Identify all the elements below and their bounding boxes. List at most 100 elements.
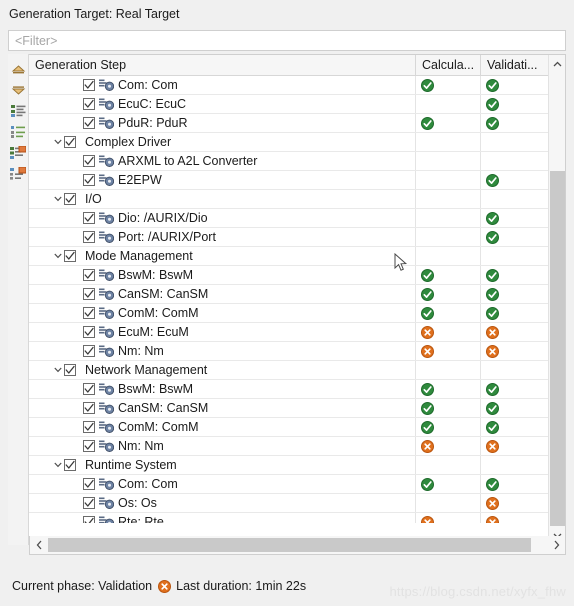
tree-item[interactable]: EcuM: EcuM: [83, 323, 189, 341]
row-checkbox[interactable]: [83, 269, 95, 281]
table-row[interactable]: Com: Com: [29, 475, 565, 494]
flat-list-icon[interactable]: [9, 122, 28, 142]
tree-item[interactable]: Com: Com: [83, 475, 178, 493]
tree-item[interactable]: Os: Os: [83, 494, 157, 512]
tree-item[interactable]: Com: Com: [83, 76, 178, 94]
tree-item[interactable]: ComM: ComM: [83, 304, 199, 322]
tree-item[interactable]: I/O: [51, 190, 102, 208]
filter-input[interactable]: [15, 32, 565, 49]
tree-item[interactable]: Port: /AURIX/Port: [83, 228, 216, 246]
row-checkbox[interactable]: [83, 307, 95, 319]
tree-item[interactable]: E2EPW: [83, 171, 162, 189]
table-row[interactable]: ComM: ComM: [29, 304, 565, 323]
table-row[interactable]: ComM: ComM: [29, 418, 565, 437]
table-row[interactable]: Com: Com: [29, 76, 565, 95]
expand-toggle-icon[interactable]: [51, 361, 64, 379]
table-row[interactable]: Network Management: [29, 361, 565, 380]
row-checkbox[interactable]: [64, 459, 76, 471]
chevron-left-icon: [36, 540, 41, 549]
tree-item[interactable]: Network Management: [51, 361, 207, 379]
filter-validation-icon[interactable]: [9, 164, 28, 184]
row-checkbox[interactable]: [83, 421, 95, 433]
tree-item[interactable]: Mode Management: [51, 247, 193, 265]
table-row[interactable]: Mode Management: [29, 247, 565, 266]
horizontal-scroll-thumb[interactable]: [48, 538, 531, 552]
table-row[interactable]: Dio: /AURIX/Dio: [29, 209, 565, 228]
table-row[interactable]: Nm: Nm: [29, 342, 565, 361]
row-checkbox[interactable]: [83, 383, 95, 395]
tree-item[interactable]: Nm: Nm: [83, 437, 164, 455]
row-checkbox[interactable]: [83, 497, 95, 509]
collapse-all-icon[interactable]: [9, 59, 28, 79]
tree-item[interactable]: Runtime System: [51, 456, 177, 474]
row-checkbox[interactable]: [83, 117, 95, 129]
table-row[interactable]: Rte: Rte: [29, 513, 565, 523]
row-checkbox[interactable]: [83, 288, 95, 300]
group-by-module-icon[interactable]: [9, 101, 28, 121]
row-checkbox[interactable]: [83, 98, 95, 110]
tree-item[interactable]: BswM: BswM: [83, 380, 193, 398]
expand-toggle-icon[interactable]: [51, 456, 64, 474]
tree-item[interactable]: ARXML to A2L Converter: [83, 152, 257, 170]
table-row[interactable]: ARXML to A2L Converter: [29, 152, 565, 171]
row-checkbox[interactable]: [83, 440, 95, 452]
row-checkbox[interactable]: [83, 79, 95, 91]
table-row[interactable]: BswM: BswM: [29, 380, 565, 399]
expand-toggle-icon[interactable]: [51, 133, 64, 151]
table-row[interactable]: PduR: PduR: [29, 114, 565, 133]
row-checkbox[interactable]: [64, 364, 76, 376]
tree-item[interactable]: ComM: ComM: [83, 418, 199, 436]
row-checkbox[interactable]: [83, 326, 95, 338]
tree-item[interactable]: CanSM: CanSM: [83, 399, 208, 417]
row-checkbox[interactable]: [83, 516, 95, 523]
scroll-left-button[interactable]: [30, 536, 47, 553]
tree-item[interactable]: CanSM: CanSM: [83, 285, 208, 303]
expand-all-icon[interactable]: [9, 80, 28, 100]
row-checkbox[interactable]: [83, 155, 95, 167]
table-row[interactable]: CanSM: CanSM: [29, 285, 565, 304]
table-row[interactable]: Runtime System: [29, 456, 565, 475]
table-row[interactable]: I/O: [29, 190, 565, 209]
table-row[interactable]: EcuC: EcuC: [29, 95, 565, 114]
tree-item[interactable]: Dio: /AURIX/Dio: [83, 209, 208, 227]
table-row[interactable]: EcuM: EcuM: [29, 323, 565, 342]
row-checkbox[interactable]: [83, 478, 95, 490]
scroll-up-button[interactable]: [549, 55, 565, 72]
tree-item[interactable]: PduR: PduR: [83, 114, 187, 132]
expand-toggle-icon[interactable]: [51, 190, 64, 208]
column-divider: [480, 361, 481, 379]
table-row[interactable]: Os: Os: [29, 494, 565, 513]
tree-item[interactable]: Rte: Rte: [83, 513, 164, 523]
generation-step-tree[interactable]: Generation Step Calcula... Validati... C…: [29, 54, 566, 545]
tree-item[interactable]: Nm: Nm: [83, 342, 164, 360]
table-row[interactable]: Complex Driver: [29, 133, 565, 152]
row-label: Dio: /AURIX/Dio: [118, 211, 208, 225]
horizontal-scrollbar[interactable]: [29, 536, 566, 555]
row-checkbox[interactable]: [64, 250, 76, 262]
expand-toggle-icon[interactable]: [51, 247, 64, 265]
tree-item[interactable]: EcuC: EcuC: [83, 95, 186, 113]
table-row[interactable]: BswM: BswM: [29, 266, 565, 285]
table-row[interactable]: Port: /AURIX/Port: [29, 228, 565, 247]
row-label: ComM: ComM: [118, 306, 199, 320]
table-row[interactable]: Nm: Nm: [29, 437, 565, 456]
row-checkbox[interactable]: [83, 174, 95, 186]
tree-item[interactable]: BswM: BswM: [83, 266, 193, 284]
row-checkbox[interactable]: [64, 136, 76, 148]
row-checkbox[interactable]: [64, 193, 76, 205]
filter-calculation-icon[interactable]: [9, 143, 28, 163]
column-header-validation[interactable]: Validati...: [480, 55, 548, 75]
table-row[interactable]: CanSM: CanSM: [29, 399, 565, 418]
row-checkbox[interactable]: [83, 345, 95, 357]
row-checkbox[interactable]: [83, 212, 95, 224]
column-header-calculation[interactable]: Calcula...: [415, 55, 480, 75]
filter-box[interactable]: [8, 30, 566, 51]
row-checkbox[interactable]: [83, 402, 95, 414]
table-row[interactable]: E2EPW: [29, 171, 565, 190]
row-checkbox[interactable]: [83, 231, 95, 243]
vertical-scrollbar[interactable]: [548, 55, 565, 544]
vertical-scroll-thumb[interactable]: [550, 171, 565, 526]
column-header-generation-step[interactable]: Generation Step: [29, 55, 415, 75]
scroll-right-button[interactable]: [548, 536, 565, 553]
tree-item[interactable]: Complex Driver: [51, 133, 171, 151]
